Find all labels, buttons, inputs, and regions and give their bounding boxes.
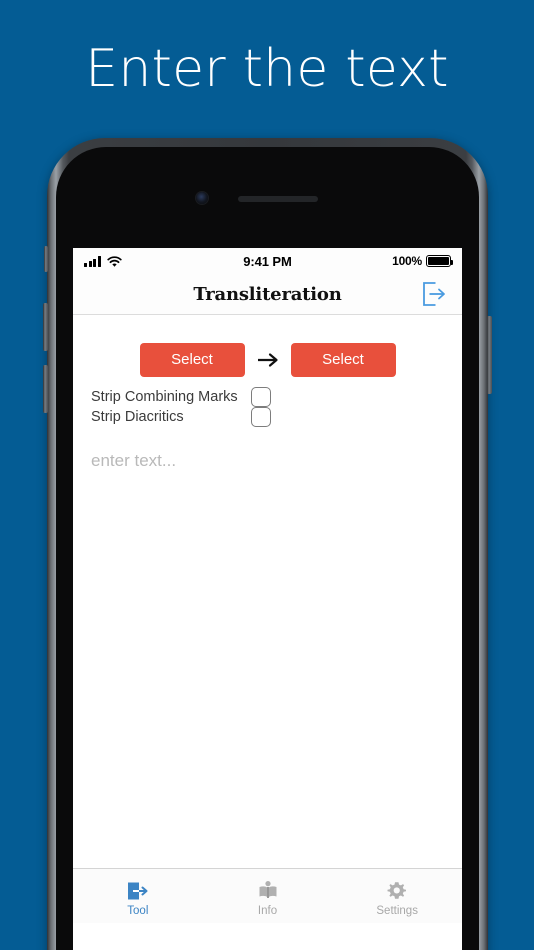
text-input[interactable] xyxy=(91,451,431,471)
main-content: Select Select Strip Combining Marks Stri… xyxy=(73,315,462,923)
tab-tool[interactable]: Tool xyxy=(73,869,203,923)
strip-diacritics-checkbox[interactable] xyxy=(251,407,271,427)
promo-headline: Enter the text xyxy=(85,39,449,99)
mute-switch[interactable] xyxy=(44,246,48,272)
power-button[interactable] xyxy=(487,316,492,394)
option-strip-diacritics[interactable]: Strip Diacritics xyxy=(73,407,462,427)
option-label: Strip Combining Marks xyxy=(91,389,238,405)
option-label: Strip Diacritics xyxy=(91,409,184,425)
export-icon[interactable] xyxy=(421,281,448,307)
status-bar-clock: 9:41 PM xyxy=(243,253,292,269)
app-screen: 9:41 PM 100% Transliteration Select Sele… xyxy=(73,248,462,950)
page-title: Transliteration xyxy=(193,283,342,305)
battery-full-icon xyxy=(426,255,453,267)
tab-info[interactable]: Info xyxy=(203,869,333,923)
volume-up-button[interactable] xyxy=(43,303,48,351)
navigation-bar: Transliteration xyxy=(73,274,462,315)
tab-bar: Tool Info Settings xyxy=(73,868,462,923)
front-camera-icon xyxy=(196,192,208,204)
export-tool-icon xyxy=(126,879,150,903)
tab-label: Info xyxy=(257,904,278,917)
arrow-right-icon xyxy=(257,349,279,371)
language-select-row: Select Select xyxy=(73,315,462,377)
tab-label: Tool xyxy=(127,904,149,917)
volume-down-button[interactable] xyxy=(43,365,48,413)
status-bar: 9:41 PM 100% xyxy=(73,248,462,274)
source-language-select-button[interactable]: Select xyxy=(139,343,245,377)
tab-settings[interactable]: Settings xyxy=(332,869,462,923)
strip-combining-marks-checkbox[interactable] xyxy=(251,387,271,407)
tab-label: Settings xyxy=(376,904,418,917)
gear-icon xyxy=(385,879,409,903)
open-book-icon xyxy=(256,879,280,903)
phone-top-bezel xyxy=(56,147,479,247)
earpiece-speaker-icon xyxy=(238,196,318,202)
target-language-select-button[interactable]: Select xyxy=(290,343,396,377)
option-strip-combining-marks[interactable]: Strip Combining Marks xyxy=(73,387,462,407)
